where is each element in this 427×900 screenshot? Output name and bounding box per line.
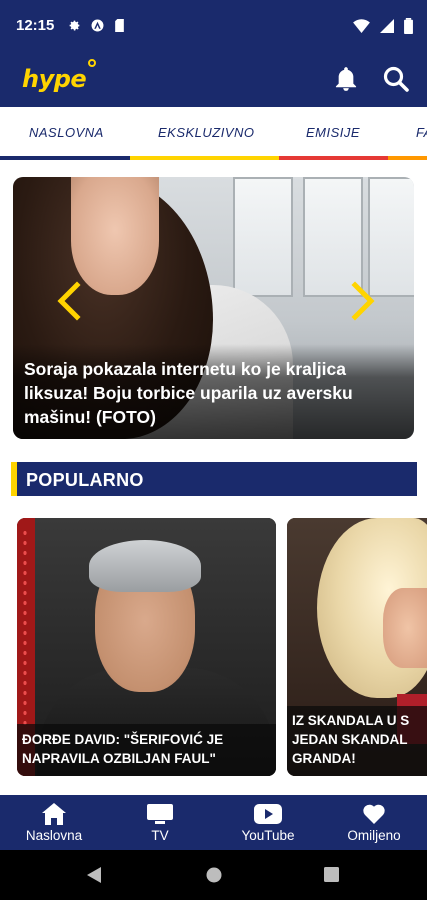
hero-window-pane — [368, 177, 414, 297]
settings-icon — [70, 20, 80, 31]
nav-label: Omiljeno — [347, 828, 401, 843]
logo-text: hype — [22, 65, 87, 93]
hero-title-line: Soraja pokazala internetu ko je kraljica — [24, 359, 346, 379]
app-bar: hype — [0, 51, 427, 107]
tab-underline-emisije — [279, 156, 388, 160]
sd-card-icon — [115, 19, 125, 32]
system-nav-bar — [0, 850, 427, 900]
card-title-line: ĐORĐE DAVID: "ŠERIFOVIĆ JE — [22, 732, 224, 747]
hero-title-line: liksuza! Boju torbice uparila uz aversku — [24, 383, 353, 403]
nav-label: YouTube — [241, 828, 295, 843]
battery-icon — [404, 17, 413, 34]
nav-item-naslovna[interactable]: Naslovna — [16, 795, 92, 850]
tab-fa[interactable]: FA — [416, 125, 427, 140]
bottom-nav: Naslovna TV YouTube Omiljeno — [0, 795, 427, 850]
status-notification-icons — [68, 19, 125, 32]
tv-icon — [147, 804, 173, 824]
nav-label: TV — [151, 828, 169, 843]
tab-underline-fa — [388, 156, 427, 160]
wifi-icon — [353, 18, 370, 33]
article-card[interactable]: ĐORĐE DAVID: "ŠERIFOVIĆ JE NAPRAVILA OZB… — [17, 518, 276, 776]
hype-logo[interactable]: hype — [22, 59, 97, 93]
category-tabs: NASLOVNA EKSKLUZIVNO EMISIJE FA — [0, 107, 427, 160]
accessibility-icon — [91, 19, 104, 32]
tab-naslovna[interactable]: NASLOVNA — [29, 125, 104, 140]
nav-item-youtube[interactable]: YouTube — [228, 795, 308, 850]
hero-window-pane — [233, 177, 293, 297]
search-icon[interactable] — [383, 66, 409, 92]
logo-dot — [88, 59, 97, 67]
tab-ekskluzivno[interactable]: EKSKLUZIVNO — [158, 125, 255, 140]
chevron-right-icon[interactable] — [349, 281, 379, 321]
hero-image-face — [71, 177, 159, 295]
card-image-hair — [89, 540, 201, 592]
status-system-icons — [353, 17, 413, 34]
nav-label: Naslovna — [25, 828, 83, 843]
hero-window-pane — [303, 177, 363, 297]
card-title: ĐORĐE DAVID: "ŠERIFOVIĆ JE NAPRAVILA OZB… — [22, 730, 223, 768]
home-icon — [42, 803, 66, 825]
card-title-line: GRANDA! — [292, 751, 356, 766]
recents-icon[interactable] — [324, 867, 339, 882]
nav-item-tv[interactable]: TV — [130, 795, 190, 850]
article-card[interactable]: IZ SKANDALA U S JEDAN SKANDAL GRANDA! — [287, 518, 427, 776]
youtube-icon — [254, 804, 282, 824]
hero-title-line: mašinu! (FOTO) — [24, 407, 156, 427]
status-bar: 12:15 — [0, 0, 427, 51]
back-icon[interactable] — [87, 867, 103, 883]
card-title-line: JEDAN SKANDAL — [292, 732, 408, 747]
bell-icon[interactable] — [335, 67, 357, 91]
card-image-led-dots — [21, 528, 31, 728]
section-title: POPULARNO — [26, 470, 144, 490]
card-image-face — [383, 588, 427, 668]
tab-underline-naslovna — [0, 156, 130, 160]
chevron-left-icon[interactable] — [53, 281, 83, 321]
card-title-line: NAPRAVILA OZBILJAN FAUL" — [22, 751, 216, 766]
home-circle-icon[interactable] — [206, 867, 222, 883]
heart-icon — [363, 804, 385, 824]
tab-underline-ekskluzivno — [130, 156, 279, 160]
card-title-line: IZ SKANDALA U S — [292, 713, 410, 728]
section-header-popularno: POPULARNO — [11, 462, 417, 496]
tab-emisije[interactable]: EMISIJE — [306, 125, 360, 140]
nav-item-omiljeno[interactable]: Omiljeno — [336, 795, 412, 850]
signal-icon — [380, 18, 394, 33]
hero-title[interactable]: Soraja pokazala internetu ko je kraljica… — [24, 357, 404, 429]
card-title: IZ SKANDALA U S JEDAN SKANDAL GRANDA! — [292, 711, 409, 768]
status-time: 12:15 — [16, 17, 55, 34]
hero-carousel[interactable]: Soraja pokazala internetu ko je kraljica… — [13, 177, 414, 439]
